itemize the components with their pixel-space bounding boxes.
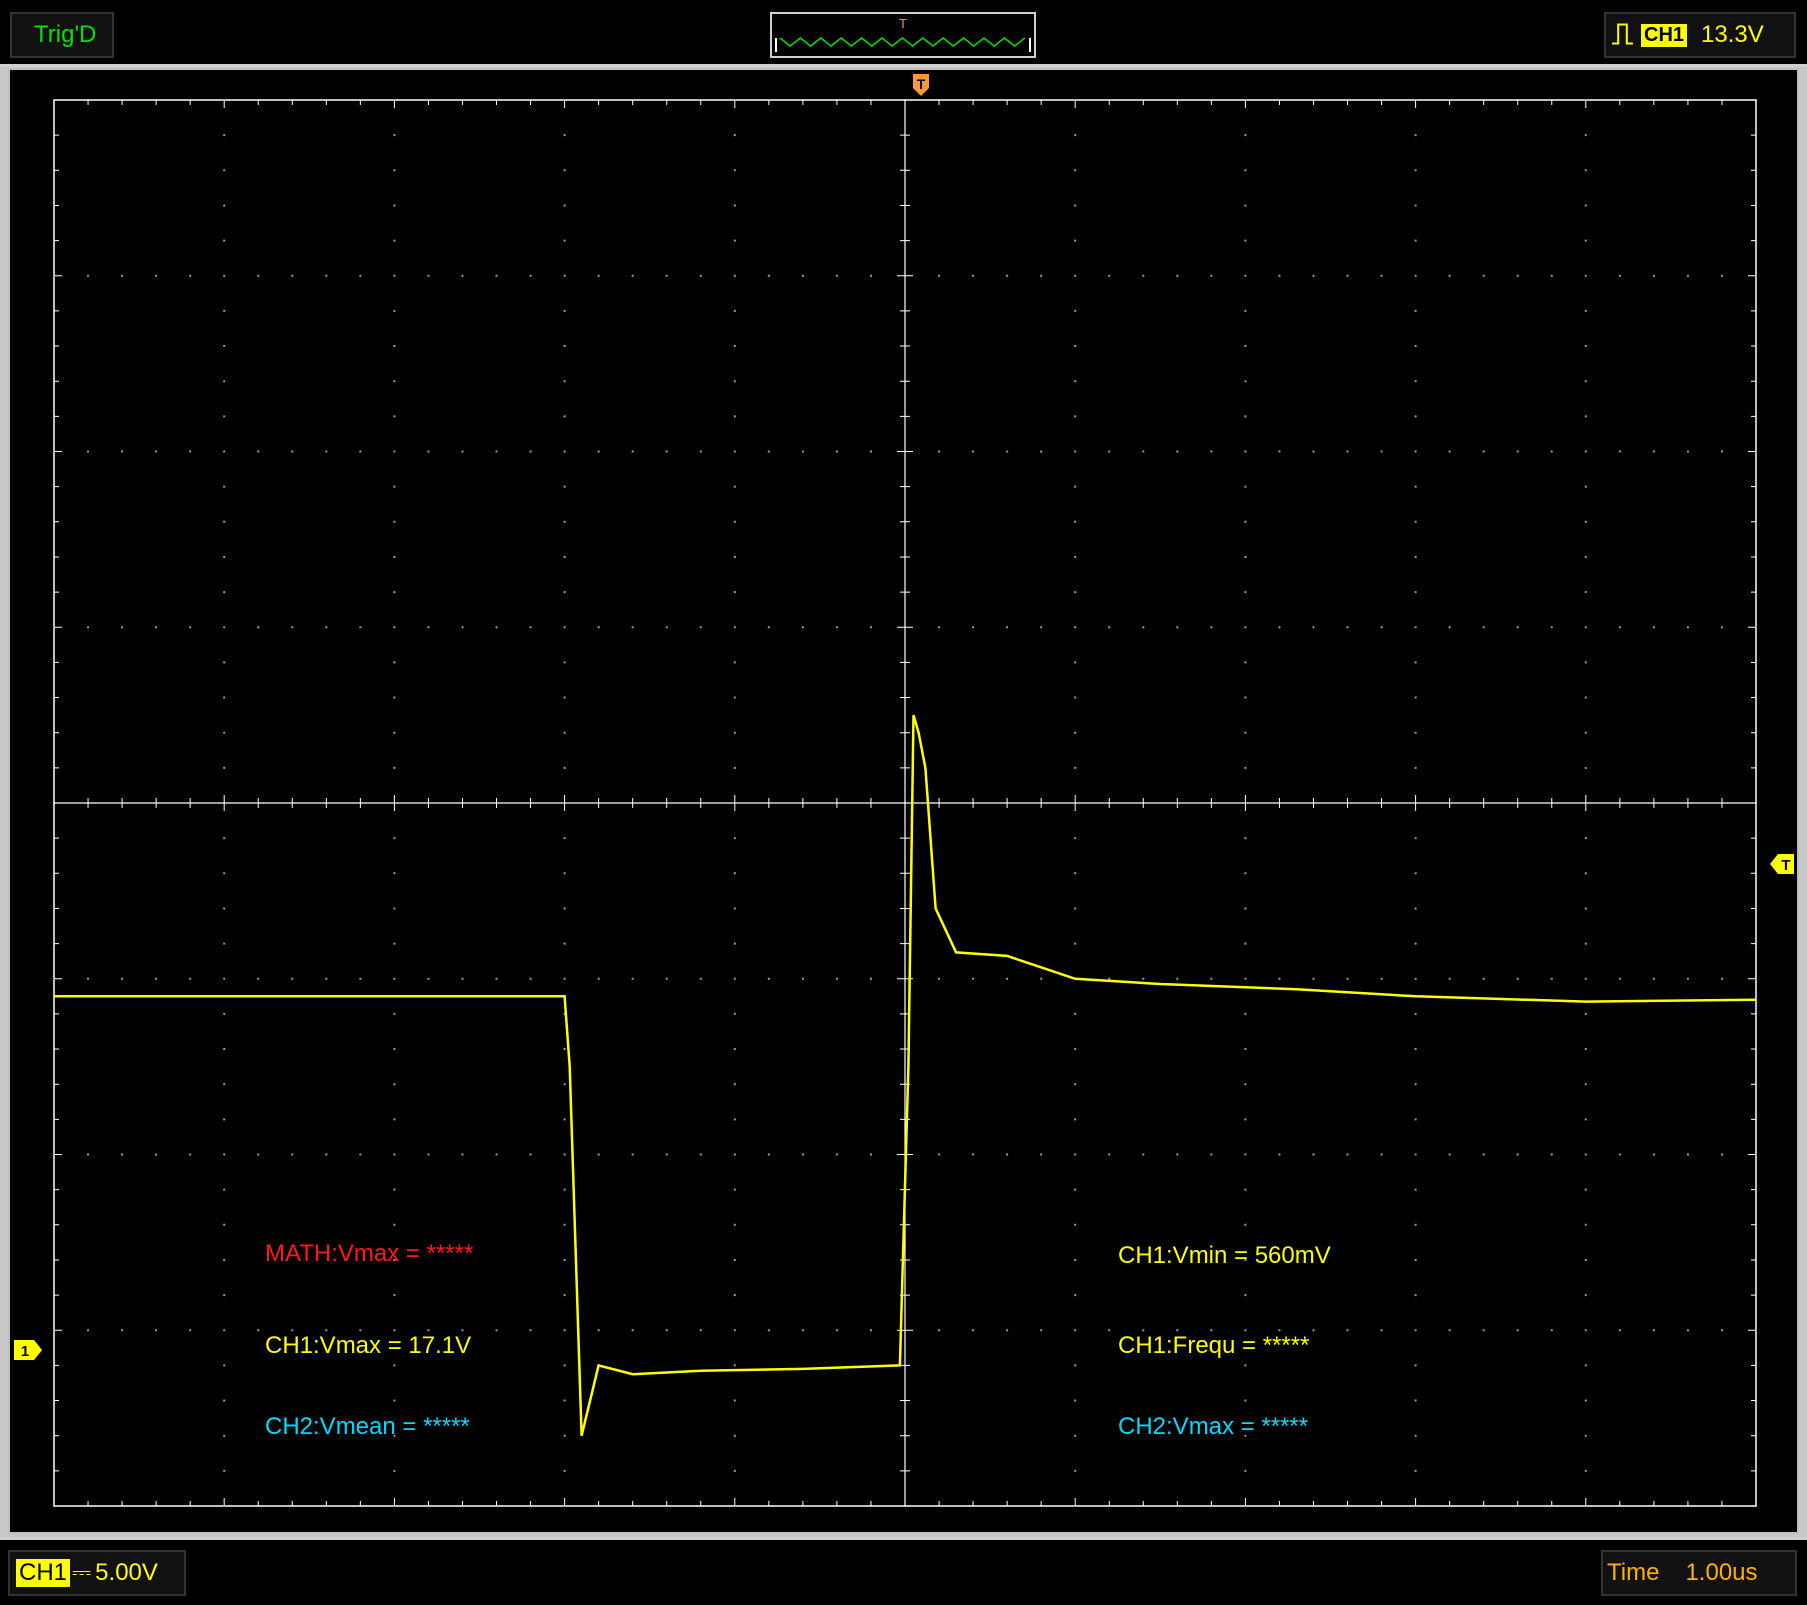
measurement-ch1-frequ: CH1:Frequ = *****: [1118, 1332, 1310, 1359]
ch1-ground-label: 1: [21, 1343, 29, 1360]
time-label: Time: [1607, 1559, 1660, 1586]
trigger-status-label: Trig'D: [34, 21, 97, 48]
trigger-level-label: T: [1781, 857, 1790, 874]
top-status-bar: Trig'D T ⎍ CH1 13.3V: [0, 0, 1807, 67]
measurement-ch1-vmin: CH1:Vmin = 560mV: [1118, 1242, 1331, 1269]
ch1-ground-marker[interactable]: 1: [14, 1340, 42, 1360]
measurement-ch1-vmax: CH1:Vmax = 17.1V: [265, 1332, 472, 1359]
scope-display: T T 1 MATH:Vmax = ***** CH1:Vmax = 17.1V…: [8, 68, 1799, 1534]
trigger-position-marker[interactable]: T: [913, 74, 929, 96]
overview-trace: [779, 37, 1026, 47]
measurement-math-vmax: MATH:Vmax = *****: [265, 1240, 474, 1267]
trigger-position-label: T: [917, 76, 926, 92]
trigger-status: Trig'D: [10, 12, 114, 58]
ch1-volts-per-div: 5.00V: [95, 1559, 158, 1586]
ch1-scale-box[interactable]: CH1 ⎓ 5.00V: [8, 1550, 186, 1596]
bottom-status-bar: CH1 ⎓ 5.00V Time 1.00us: [0, 1537, 1807, 1605]
trigger-info[interactable]: ⎍ CH1 13.3V: [1604, 12, 1796, 58]
measurement-ch2-vmax: CH2:Vmax = *****: [1118, 1413, 1309, 1440]
measurement-ch2-vmean: CH2:Vmean = *****: [265, 1413, 470, 1440]
ch1-badge: CH1: [16, 1559, 71, 1587]
timebase-box[interactable]: Time 1.00us: [1601, 1550, 1797, 1596]
trigger-level-value: 13.3V: [1701, 21, 1764, 48]
overview-trigger-marker: T: [899, 16, 907, 31]
overview-waveform: T: [775, 16, 1031, 52]
rising-edge-icon: ⎍: [1612, 18, 1633, 51]
waveform-overview-window[interactable]: T: [770, 12, 1036, 58]
time-per-div: 1.00us: [1685, 1559, 1758, 1586]
graticule: [53, 99, 1757, 1507]
waveform-plot: T T 1: [14, 74, 1794, 1507]
dc-coupling-icon: ⎓: [72, 1559, 91, 1586]
trigger-level-marker[interactable]: T: [1770, 854, 1794, 874]
trigger-source-badge: CH1: [1641, 23, 1688, 47]
